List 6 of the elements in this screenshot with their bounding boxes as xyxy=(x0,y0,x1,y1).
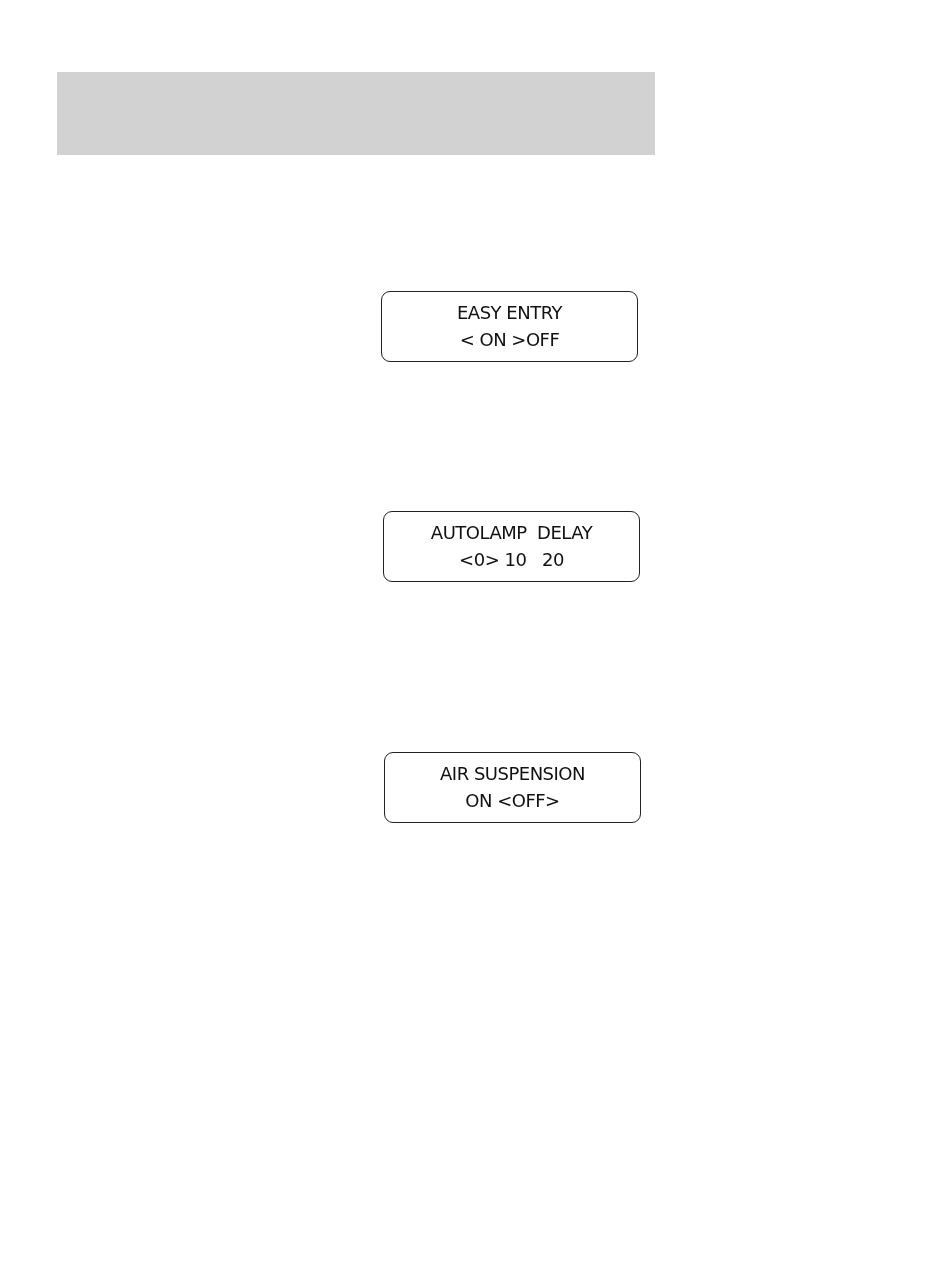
display-title: AUTOLAMP DELAY xyxy=(430,521,593,545)
display-options: < ON >OFF xyxy=(459,328,560,352)
display-options: ON <OFF> xyxy=(465,789,560,813)
display-title: AIR SUSPENSION xyxy=(440,762,585,786)
display-options: <0> 10 20 xyxy=(459,548,564,572)
display-title: EASY ENTRY xyxy=(457,301,562,325)
